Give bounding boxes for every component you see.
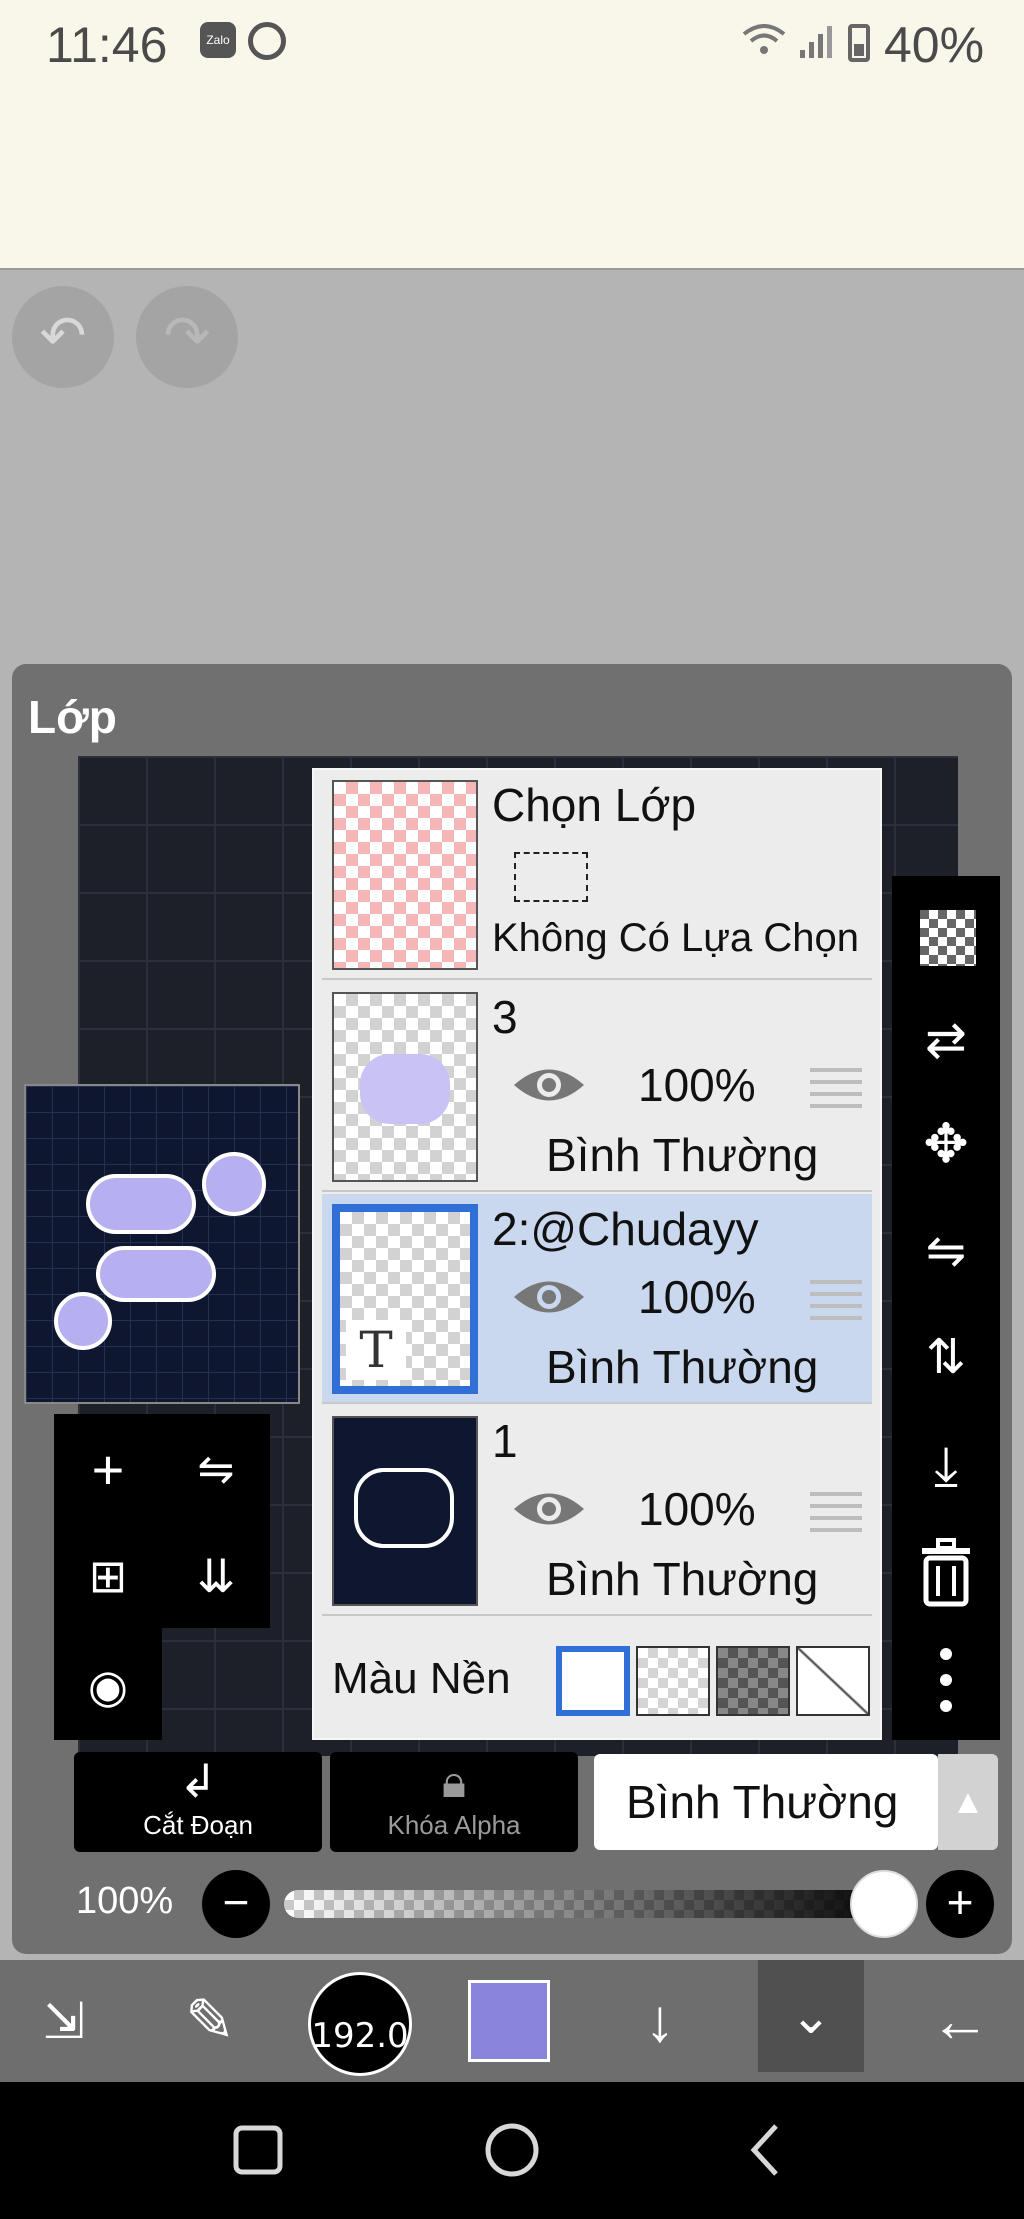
background-color-row: Màu Nền — [322, 1624, 872, 1736]
drag-handle-icon[interactable] — [810, 1068, 862, 1108]
text-layer-icon: T — [346, 1320, 406, 1380]
brush-size-value: 192.0 — [311, 2016, 409, 2056]
undo-icon: ↶ — [39, 304, 87, 367]
download-icon[interactable]: ⤓ — [906, 1426, 986, 1506]
layer-thumbnail — [332, 992, 478, 1182]
visibility-eye-icon[interactable] — [512, 1062, 586, 1108]
clipping-button[interactable]: ↲ Cắt Đoạn — [74, 1752, 322, 1852]
layer-list: Chọn Lớp Không Có Lựa Chọn 3 100% Bình T… — [312, 768, 882, 1740]
drag-handle-icon[interactable] — [810, 1280, 862, 1320]
blend-mode-arrow-icon[interactable]: ▲ — [938, 1754, 998, 1850]
battery-icon — [848, 24, 870, 62]
layer-row[interactable]: T 2:@Chudayy 100% Bình Thường — [322, 1194, 872, 1404]
background-color-label: Màu Nền — [332, 1654, 511, 1703]
layer-thumbnail — [332, 1416, 478, 1606]
navigation-bar — [0, 2082, 1024, 2219]
merge-down-icon[interactable]: ⇊ — [176, 1536, 256, 1616]
alpha-lock-label: Khóa Alpha — [387, 1810, 521, 1840]
layer-row[interactable]: 3 100% Bình Thường — [322, 982, 872, 1192]
bg-none-swatch[interactable] — [796, 1646, 870, 1716]
blend-mode-select[interactable]: Bình Thường — [594, 1754, 938, 1850]
layer-tools-right: ⇄ ✥ ⇋ ⇅ ⤓ — [892, 876, 1000, 1740]
clipping-label: Cắt Đoạn — [143, 1810, 253, 1840]
bg-transparent-swatch[interactable] — [636, 1646, 710, 1716]
visibility-eye-icon[interactable] — [512, 1274, 586, 1320]
layer-blend-mode: Bình Thường — [546, 1553, 819, 1605]
status-time: 11:46 — [46, 17, 168, 73]
visibility-eye-icon[interactable] — [512, 1486, 586, 1532]
bg-dark-checker-swatch[interactable] — [716, 1646, 790, 1716]
selection-thumbnail — [332, 780, 478, 970]
drag-handle-icon[interactable] — [810, 1492, 862, 1532]
layer-thumbnail: T — [332, 1204, 478, 1394]
opacity-value: 100% — [76, 1880, 174, 1922]
trash-icon[interactable] — [906, 1532, 986, 1612]
undo-button[interactable]: ↶ — [12, 286, 114, 388]
back-icon[interactable] — [696, 2082, 836, 2219]
lock-alpha-icon: 🔒︎ — [441, 1755, 467, 1807]
checker-icon[interactable] — [906, 896, 986, 976]
alpha-lock-button[interactable]: 🔒︎ Khóa Alpha — [330, 1752, 578, 1852]
more-icon[interactable] — [906, 1640, 986, 1720]
opacity-slider-knob[interactable] — [850, 1870, 918, 1938]
layer-opacity: 100% — [638, 1271, 756, 1323]
layer-opacity: 100% — [638, 1059, 756, 1111]
wifi-icon — [740, 22, 788, 58]
flip-icon[interactable]: ⇋ — [906, 1212, 986, 1292]
bg-white-swatch[interactable] — [556, 1646, 630, 1716]
layer-opacity: 100% — [638, 1483, 756, 1535]
collapse-button[interactable]: ⌄ — [758, 1960, 864, 2072]
flip-vertical-icon[interactable]: ⇅ — [906, 1318, 986, 1398]
move-icon[interactable]: ✥ — [906, 1104, 986, 1184]
add-layer-icon[interactable]: + — [68, 1430, 148, 1510]
current-color-swatch[interactable] — [468, 1980, 550, 2062]
brush-icon[interactable]: ✎ — [150, 1960, 270, 2082]
layer-name: 2:@Chudayy — [492, 1203, 759, 1255]
down-arrow-icon[interactable]: ↓ — [600, 1960, 720, 2082]
redo-button[interactable]: ↷ — [136, 286, 238, 388]
panel-title: Lớp — [28, 691, 117, 743]
opacity-slider-track[interactable] — [284, 1890, 900, 1918]
opacity-increase-button[interactable]: + — [926, 1870, 994, 1938]
home-icon[interactable] — [442, 2082, 582, 2219]
layer-blend-mode: Bình Thường — [546, 1129, 819, 1181]
camera-icon[interactable]: ◉ — [68, 1646, 148, 1726]
redo-icon: ↷ — [163, 304, 211, 367]
selection-marquee-icon — [514, 852, 588, 902]
selection-layer-title: Chọn Lớp — [492, 779, 697, 831]
signal-icon — [798, 24, 834, 60]
layer-name: 1 — [492, 1415, 518, 1467]
layer-preview — [24, 1084, 300, 1404]
flip-horizontal-icon[interactable]: ⇋ — [176, 1430, 256, 1510]
back-arrow-icon[interactable]: ← — [900, 1960, 1020, 2082]
battery-percent: 40% — [884, 17, 985, 73]
transform-icon[interactable]: ⇄ — [906, 1000, 986, 1080]
clip-arrow-icon: ↲ — [178, 1755, 218, 1807]
layer-blend-mode: Bình Thường — [546, 1341, 819, 1393]
selection-status: Không Có Lựa Chọn — [492, 916, 860, 960]
layer-row[interactable]: 1 100% Bình Thường — [322, 1406, 872, 1616]
chrome-icon — [248, 22, 286, 60]
swap-tools-icon[interactable]: ⇲ — [4, 1960, 124, 2082]
add-copy-icon[interactable]: ⊞ — [68, 1536, 148, 1616]
collapse-icon: ⌄ — [790, 1988, 832, 2044]
opacity-decrease-button[interactable]: − — [202, 1870, 270, 1938]
layer-name: 3 — [492, 991, 518, 1043]
selection-layer-row[interactable]: Chọn Lớp Không Có Lựa Chọn — [322, 770, 872, 980]
recent-apps-icon[interactable] — [186, 2082, 326, 2219]
zalo-icon: Zalo — [200, 22, 236, 58]
